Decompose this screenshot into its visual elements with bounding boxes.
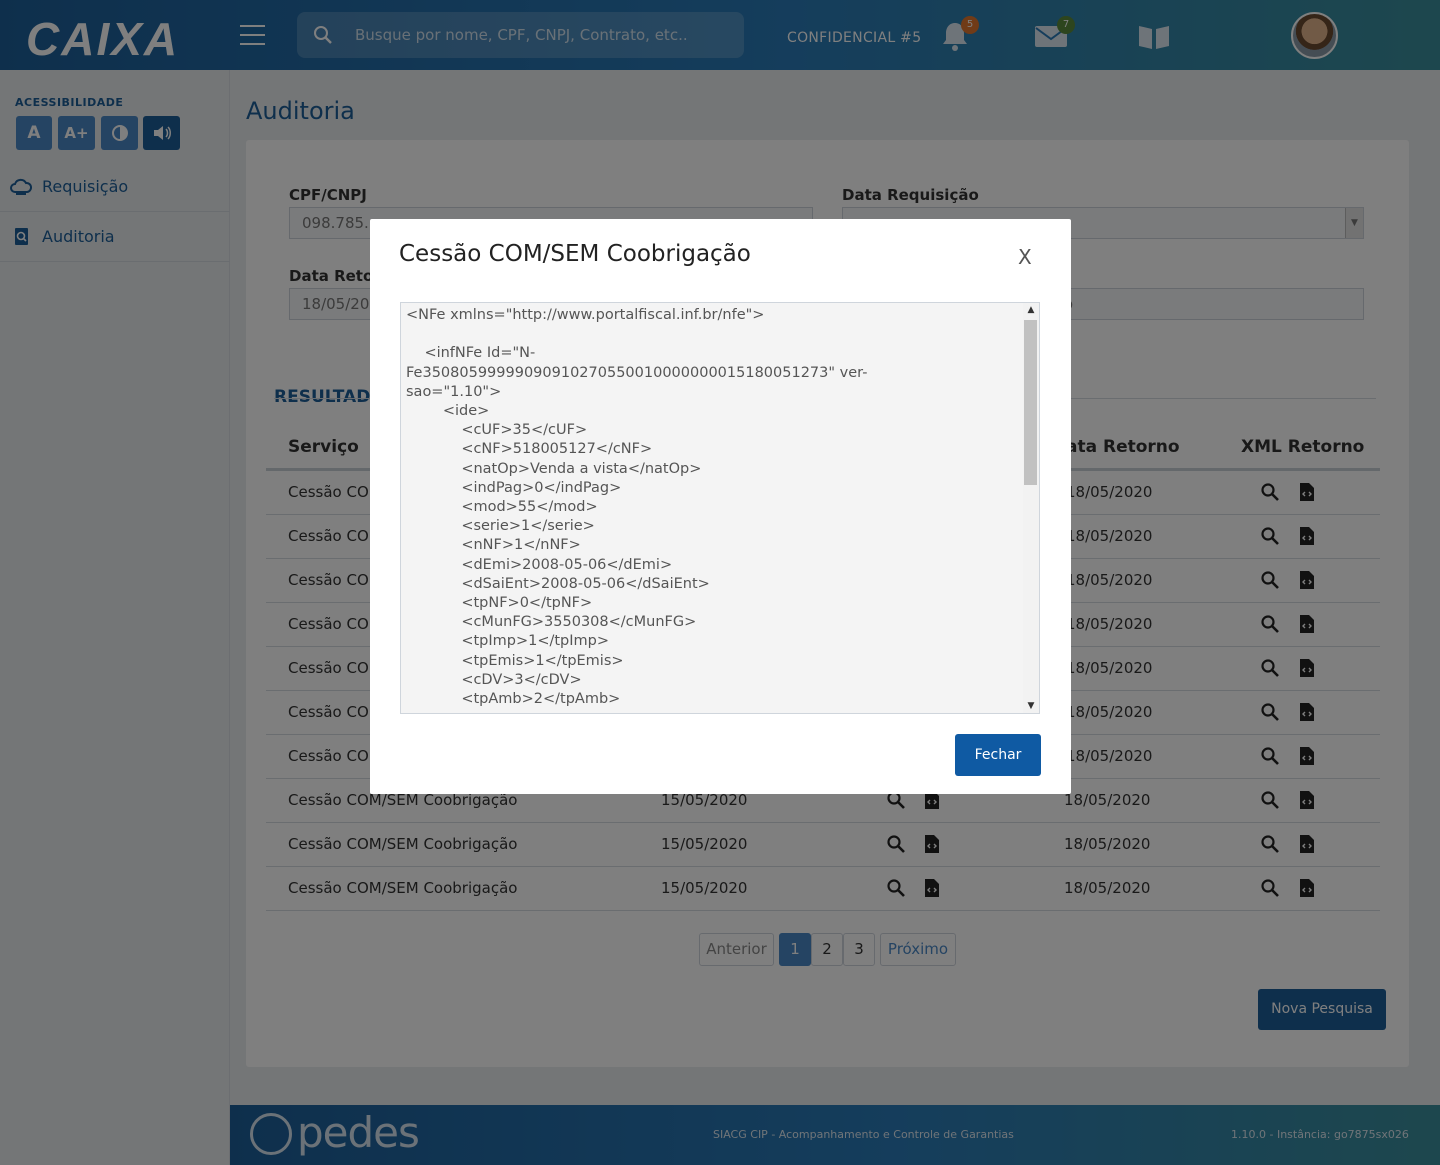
scroll-down-icon[interactable]: ▼ (1026, 701, 1036, 711)
modal-title: Cessão COM/SEM Coobrigação (399, 241, 751, 267)
scroll-up-icon[interactable]: ▲ (1026, 305, 1036, 315)
close-button[interactable]: Fechar (955, 734, 1041, 776)
scrollbar-thumb[interactable] (1024, 320, 1037, 485)
modal-close-button[interactable]: X (1018, 245, 1032, 269)
xml-textarea[interactable]: <NFe xmlns="http://www.portalfiscal.inf.… (400, 302, 1040, 714)
xml-modal: Cessão COM/SEM Coobrigação X <NFe xmlns=… (370, 219, 1071, 794)
xml-content: <NFe xmlns="http://www.portalfiscal.inf.… (406, 307, 868, 708)
scrollbar[interactable]: ▲ ▼ (1023, 303, 1039, 713)
